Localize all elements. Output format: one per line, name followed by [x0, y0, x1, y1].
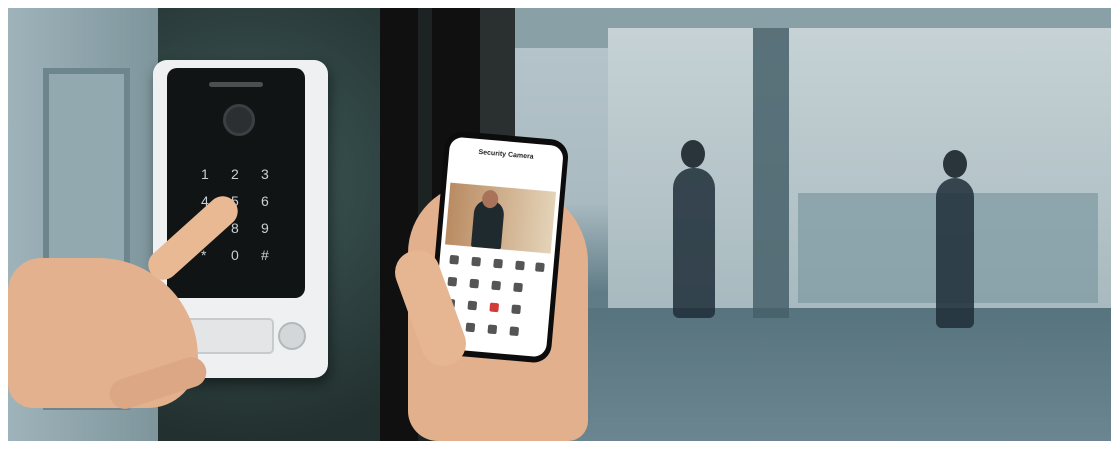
photo-scene: 1 2 3 4 5 6 7 8 9 * 0 # Security Camera	[0, 0, 1119, 449]
keypad-key: 0	[231, 247, 239, 263]
app-icon	[509, 326, 520, 337]
app-icon	[493, 258, 503, 269]
hallway-pillar	[753, 28, 789, 318]
app-icon	[447, 276, 458, 287]
blurred-person-left-head	[681, 140, 705, 168]
blurred-person-right-head	[943, 150, 967, 178]
app-icon	[535, 262, 545, 273]
app-icon	[487, 324, 498, 335]
speaker-icon	[209, 82, 263, 87]
call-button-icon	[278, 322, 306, 350]
app-icon	[467, 300, 478, 311]
blurred-person-right	[936, 178, 974, 328]
app-icon	[491, 280, 502, 291]
app-icon	[469, 278, 480, 289]
keypad-key: 1	[201, 166, 209, 182]
keypad-key: 3	[261, 166, 269, 182]
keypad-key: 9	[261, 220, 269, 236]
keypad-key: 2	[231, 166, 239, 182]
app-icon	[449, 254, 460, 265]
blurred-person-left	[673, 168, 715, 318]
app-icon	[513, 282, 523, 293]
app-icon	[511, 304, 522, 315]
phone-app-grid-icon	[443, 136, 564, 337]
phone-app-title: Security Camera	[478, 148, 534, 161]
hallway-floor	[508, 308, 1111, 441]
app-icon	[489, 302, 500, 313]
app-icon	[471, 256, 482, 267]
intercom-keypad-panel: 1 2 3 4 5 6 7 8 9 * 0 #	[167, 68, 305, 298]
keypad-key: 6	[261, 193, 269, 209]
app-icon	[465, 322, 476, 333]
keypad-key: #	[261, 247, 269, 263]
phone-video-feed	[445, 182, 557, 254]
camera-icon	[223, 104, 255, 136]
background: 1 2 3 4 5 6 7 8 9 * 0 # Security Camera	[8, 8, 1111, 441]
app-icon	[515, 260, 525, 271]
